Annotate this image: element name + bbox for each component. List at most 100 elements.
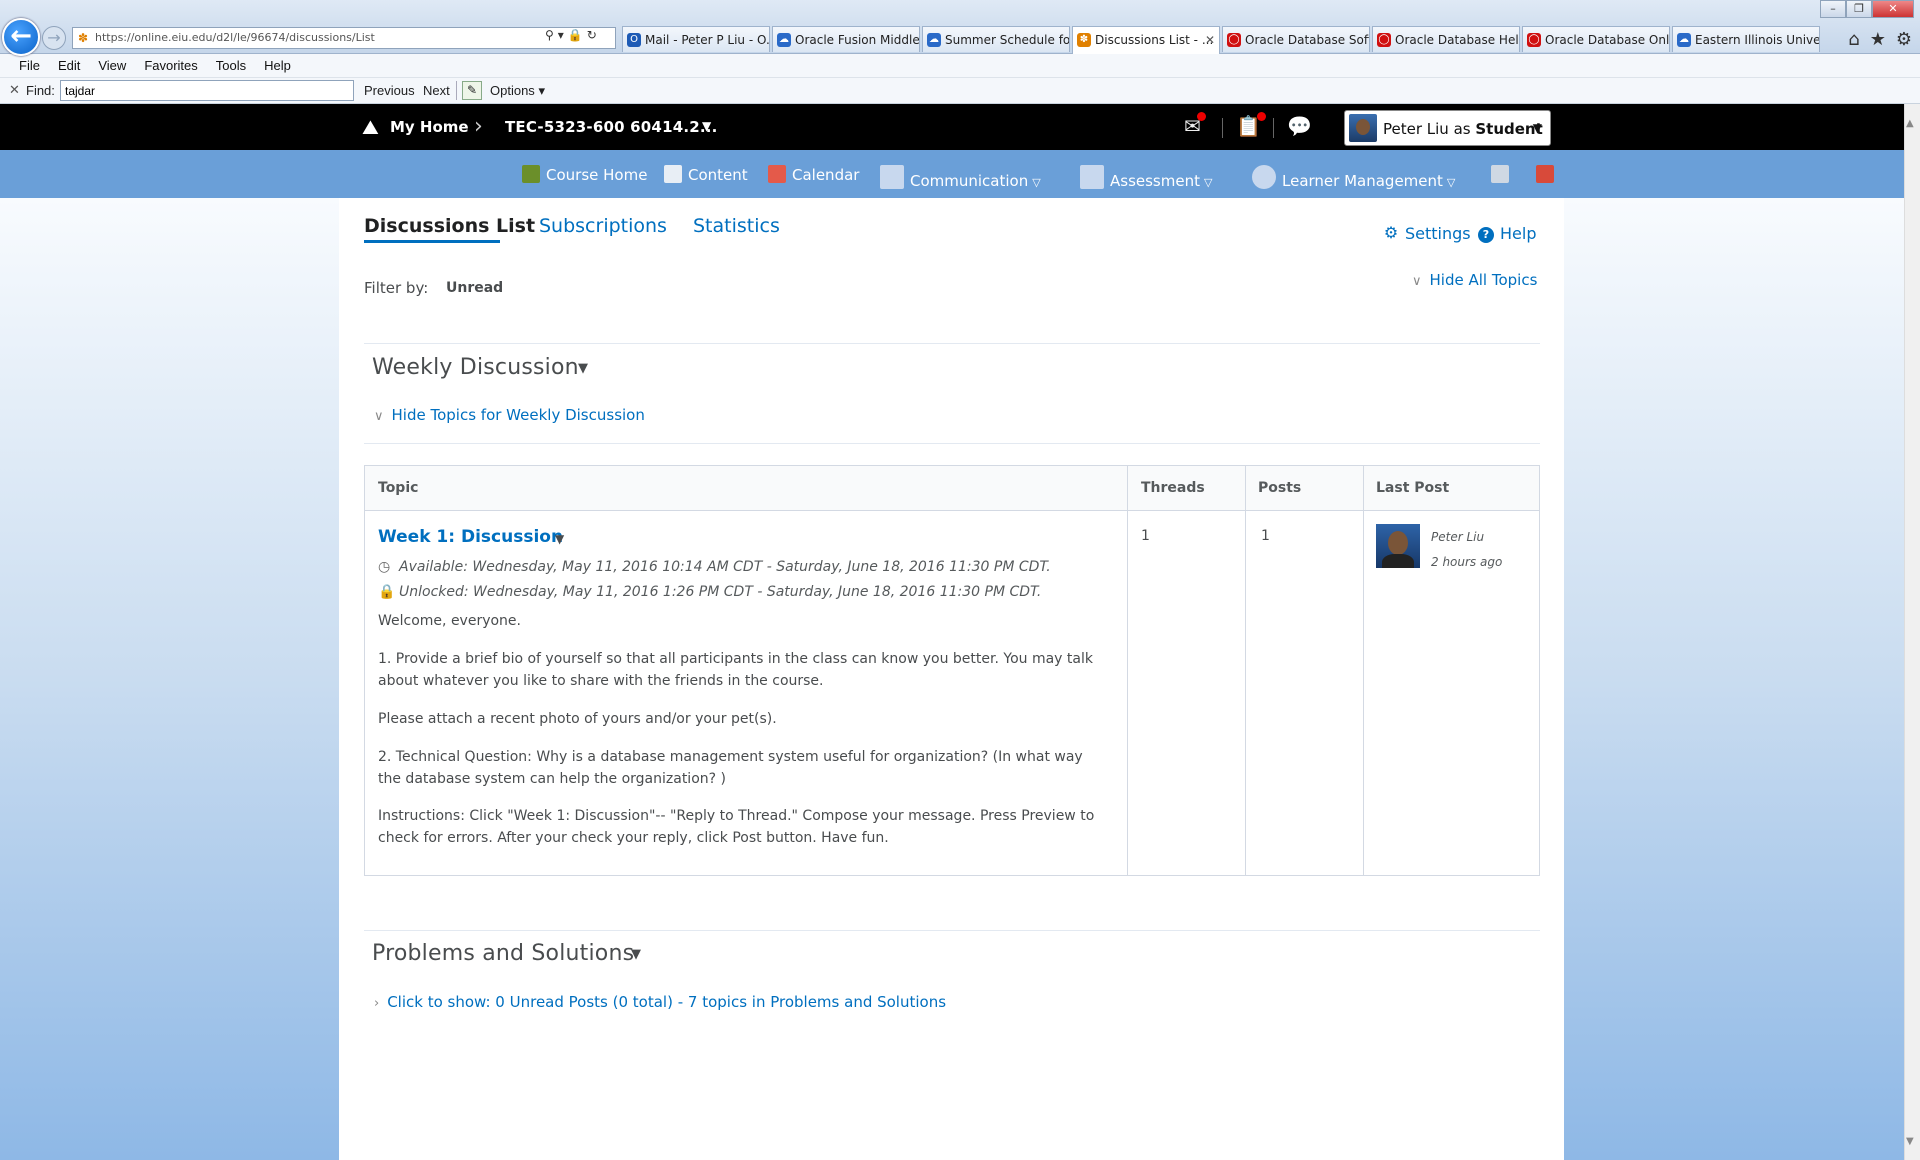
forum-actions-icon[interactable]: ▼ xyxy=(631,947,641,962)
browser-tab[interactable]: ◯ Oracle Database Hel... xyxy=(1372,26,1520,52)
home-icon[interactable]: ⛰ xyxy=(362,115,379,139)
minimize-icon[interactable]: – xyxy=(1820,0,1846,18)
column-topic: Topic xyxy=(378,480,419,496)
address-url: https://online.eiu.edu/d2l/le/96674/disc… xyxy=(95,31,375,44)
favorites-star-icon[interactable]: ★ xyxy=(1870,29,1886,50)
assessment-icon xyxy=(1080,165,1104,189)
divider xyxy=(364,930,1540,931)
gear-icon: ⚙ xyxy=(1383,223,1399,242)
subscription-alerts-icon[interactable]: 💬 xyxy=(1287,114,1312,138)
chevron-down-icon: ▼ xyxy=(1532,121,1542,135)
show-topics-link[interactable]: › Click to show: 0 Unread Posts (0 total)… xyxy=(374,993,946,1011)
chevron-right-icon: › xyxy=(474,114,483,139)
my-home-link[interactable]: My Home xyxy=(390,118,469,136)
briefcase-icon xyxy=(1536,165,1554,183)
close-window-icon[interactable]: ✕ xyxy=(1872,0,1914,18)
forum-actions-icon[interactable]: ▼ xyxy=(578,361,588,376)
nav-course-home[interactable]: Course Home xyxy=(522,165,647,184)
divider xyxy=(364,443,1540,444)
column-divider xyxy=(1245,466,1246,875)
scrollbar[interactable] xyxy=(1904,104,1920,1160)
page-icon: ☁ xyxy=(777,33,791,47)
browser-tab-active[interactable]: ✽ Discussions List - ... ✕ xyxy=(1072,26,1220,54)
chevron-down-icon: ▽ xyxy=(1446,176,1456,189)
find-previous-button[interactable]: Previous xyxy=(364,83,415,98)
toolbox-icon[interactable] xyxy=(1536,165,1560,184)
find-bar: ✕ Find: Previous Next ✎ Options ▾ xyxy=(0,78,1920,104)
oracle-icon: ◯ xyxy=(1377,33,1391,47)
nav-content[interactable]: Content xyxy=(664,165,748,184)
active-tab-indicator xyxy=(364,240,500,243)
grades-icon[interactable] xyxy=(1491,165,1515,184)
menu-edit[interactable]: Edit xyxy=(49,58,89,73)
message-alerts-icon[interactable]: ✉ xyxy=(1184,112,1206,138)
gear-icon[interactable]: ⚙ xyxy=(1896,29,1912,50)
divider xyxy=(364,343,1540,344)
column-last-post: Last Post xyxy=(1376,480,1450,496)
column-divider xyxy=(1127,466,1128,875)
topic-availability: ◷ Available: Wednesday, May 11, 2016 10:1… xyxy=(378,559,1051,575)
restore-icon[interactable]: ❐ xyxy=(1846,0,1872,18)
last-post-time: 2 hours ago xyxy=(1431,555,1503,569)
nav-learner-management[interactable]: Learner Management ▽ xyxy=(1252,165,1455,190)
browser-tab[interactable]: ☁ Eastern Illinois Unive... xyxy=(1672,26,1820,52)
course-selector[interactable]: TEC-5323-600 60414.2... xyxy=(505,118,718,136)
find-next-button[interactable]: Next xyxy=(423,83,450,98)
book-icon xyxy=(522,165,540,183)
topic-title-link[interactable]: Week 1: Discussion xyxy=(378,527,563,547)
nav-calendar[interactable]: Calendar xyxy=(768,165,859,184)
chevron-down-icon: ▾ xyxy=(538,83,545,98)
nav-communication[interactable]: Communication ▽ xyxy=(880,165,1041,190)
tab-statistics[interactable]: Statistics xyxy=(693,215,780,237)
grid-icon xyxy=(1491,165,1509,183)
calendar-icon xyxy=(768,165,786,183)
address-tools[interactable]: ⚲▾🔒↻ xyxy=(545,28,601,42)
browser-tab[interactable]: ◯Oracle Database Soft... xyxy=(1222,26,1370,52)
home-icon[interactable]: ⌂ xyxy=(1848,29,1859,50)
scroll-down-icon[interactable]: ▼ xyxy=(1906,1136,1914,1147)
browser-tab[interactable]: ☁ Summer Schedule fo... xyxy=(922,26,1070,52)
forum-title: Weekly Discussion xyxy=(372,355,579,380)
scroll-up-icon[interactable]: ▲ xyxy=(1906,118,1914,129)
browser-tab[interactable]: ◯Oracle Database Onli... xyxy=(1522,26,1670,52)
tab-subscriptions[interactable]: Subscriptions xyxy=(539,215,667,237)
tab-strip: O Mail - Peter P Liu - O... ☁ Oracle Fusio… xyxy=(622,26,1822,54)
topic-description-line: Welcome, everyone. xyxy=(378,613,521,629)
hide-all-topics-link[interactable]: ∨ Hide All Topics xyxy=(1412,271,1537,289)
chevron-down-icon: ∨ xyxy=(374,409,384,424)
menu-file[interactable]: File xyxy=(10,58,49,73)
help-link[interactable]: ? Help xyxy=(1478,224,1536,243)
help-icon: ? xyxy=(1478,227,1494,243)
browser-tab[interactable]: ☁ Oracle Fusion Middle... xyxy=(772,26,920,52)
filter-unread[interactable]: Unread xyxy=(446,280,503,296)
d2l-icon: ✽ xyxy=(1077,33,1091,47)
forward-arrow-icon[interactable]: → xyxy=(42,26,66,50)
address-bar[interactable]: ✽ https://online.eiu.edu/d2l/le/96674/di… xyxy=(72,27,616,49)
nav-assessment[interactable]: Assessment ▽ xyxy=(1080,165,1212,190)
site-favicon-icon: ✽ xyxy=(78,31,89,45)
topic-actions-icon[interactable]: ▼ xyxy=(555,532,564,546)
hide-topics-link[interactable]: ∨ Hide Topics for Weekly Discussion xyxy=(374,406,645,424)
browser-tab[interactable]: O Mail - Peter P Liu - O... xyxy=(622,26,770,52)
update-alerts-icon[interactable]: 📋 xyxy=(1236,112,1266,138)
open-book-icon xyxy=(664,165,682,183)
close-find-icon[interactable]: ✕ xyxy=(9,82,20,98)
find-input[interactable] xyxy=(60,80,354,101)
chevron-down-icon: ▽ xyxy=(1032,176,1041,189)
user-menu[interactable]: Peter Liu as Student ▼ xyxy=(1344,110,1551,146)
forum-title: Problems and Solutions xyxy=(372,941,635,966)
menu-help[interactable]: Help xyxy=(255,58,300,73)
chevron-down-icon[interactable]: ▼ xyxy=(702,119,711,133)
topic-description-line: Please attach a recent photo of yours an… xyxy=(378,711,777,727)
close-tab-icon[interactable]: ✕ xyxy=(1205,27,1215,53)
tab-discussions-list[interactable]: Discussions List xyxy=(364,215,535,237)
menu-favorites[interactable]: Favorites xyxy=(135,58,206,73)
menu-view[interactable]: View xyxy=(89,58,135,73)
outlook-icon: O xyxy=(627,33,641,47)
filter-label: Filter by: xyxy=(364,279,429,297)
back-arrow-icon[interactable]: ← xyxy=(2,18,40,56)
pencil-icon[interactable]: ✎ xyxy=(462,81,482,100)
find-options-button[interactable]: Options ▾ xyxy=(490,83,545,99)
settings-link[interactable]: ⚙ Settings xyxy=(1383,224,1471,243)
menu-tools[interactable]: Tools xyxy=(207,58,255,73)
